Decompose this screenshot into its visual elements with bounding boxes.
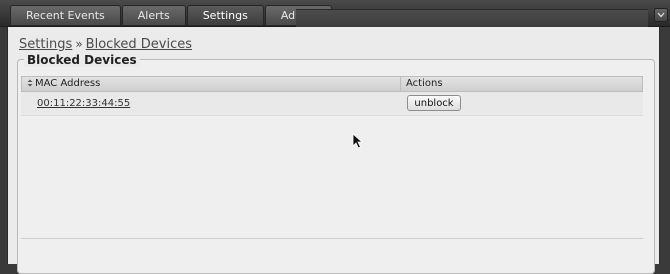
- breadcrumb-settings-link[interactable]: Settings: [19, 37, 72, 52]
- mac-address-link[interactable]: 00:11:22:33:44:55: [37, 98, 130, 109]
- table-header: MAC Address Actions: [21, 76, 643, 92]
- nav-tabs: Recent Events Alerts Settings Admin: [10, 5, 333, 26]
- column-divider: [400, 77, 401, 91]
- tab-bar-filler: [296, 9, 648, 27]
- tab-alerts[interactable]: Alerts: [121, 5, 186, 25]
- tab-settings[interactable]: Settings: [186, 5, 264, 25]
- column-header-mac-label: MAC Address: [35, 78, 101, 89]
- column-header-actions: Actions: [406, 78, 443, 89]
- chevron-down-icon[interactable]: [654, 8, 668, 22]
- mouse-pointer-icon: [352, 133, 364, 149]
- column-header-mac[interactable]: MAC Address: [27, 78, 100, 89]
- settings-page: Settings» Blocked Devices Blocked Devices…: [7, 27, 660, 274]
- breadcrumb: Settings» Blocked Devices: [19, 37, 192, 52]
- table-bottom-border: [21, 238, 643, 239]
- sort-icon: [27, 79, 33, 87]
- top-nav-bar: Recent Events Alerts Settings Admin: [0, 0, 670, 27]
- unblock-button[interactable]: unblock: [407, 95, 461, 111]
- table-row: 00:11:22:33:44:55 unblock: [21, 92, 643, 116]
- panel-title: Blocked Devices: [24, 53, 140, 67]
- breadcrumb-blocked-devices-link[interactable]: Blocked Devices: [86, 37, 192, 52]
- tab-recent-events[interactable]: Recent Events: [10, 5, 121, 25]
- breadcrumb-separator: »: [75, 37, 83, 51]
